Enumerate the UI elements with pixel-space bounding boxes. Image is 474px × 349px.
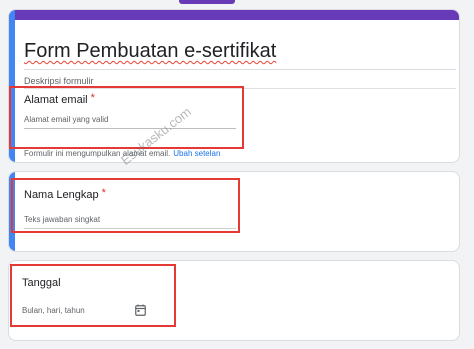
form-header-card[interactable]: Form Pembuatan e-sertifikat Deskripsi fo… [8, 9, 460, 163]
calendar-icon[interactable] [135, 304, 146, 316]
form-description-field[interactable]: Deskripsi formulir [24, 76, 94, 86]
name-question-label: Nama Lengkap [24, 189, 99, 201]
email-question-title: Alamat email * [24, 92, 95, 106]
name-question-title: Nama Lengkap * [24, 187, 106, 201]
form-title[interactable]: Form Pembuatan e-sertifikat [24, 40, 276, 63]
date-answer-placeholder: Bulan, hari, tahun [22, 306, 85, 315]
date-question-label: Tanggal [22, 277, 61, 289]
email-answer-underline [24, 128, 236, 129]
active-card-accent [9, 10, 15, 162]
email-answer-placeholder: Alamat email yang valid [24, 115, 109, 124]
required-asterisk: * [90, 92, 95, 104]
description-underline [24, 88, 456, 89]
theme-color-band [9, 10, 459, 20]
email-question-label: Alamat email [24, 94, 88, 106]
title-underline [24, 69, 456, 70]
short-answer-placeholder: Teks jawaban singkat [24, 215, 101, 224]
date-question-card[interactable]: Tanggal Bulan, hari, tahun [8, 260, 460, 341]
name-question-card[interactable]: Nama Lengkap * Teks jawaban singkat [8, 171, 460, 252]
active-tab-indicator [179, 0, 235, 4]
short-answer-underline [24, 228, 236, 229]
change-settings-link[interactable]: Ubah setelan [173, 149, 220, 158]
active-card-accent [9, 172, 15, 251]
required-asterisk: * [101, 187, 106, 199]
